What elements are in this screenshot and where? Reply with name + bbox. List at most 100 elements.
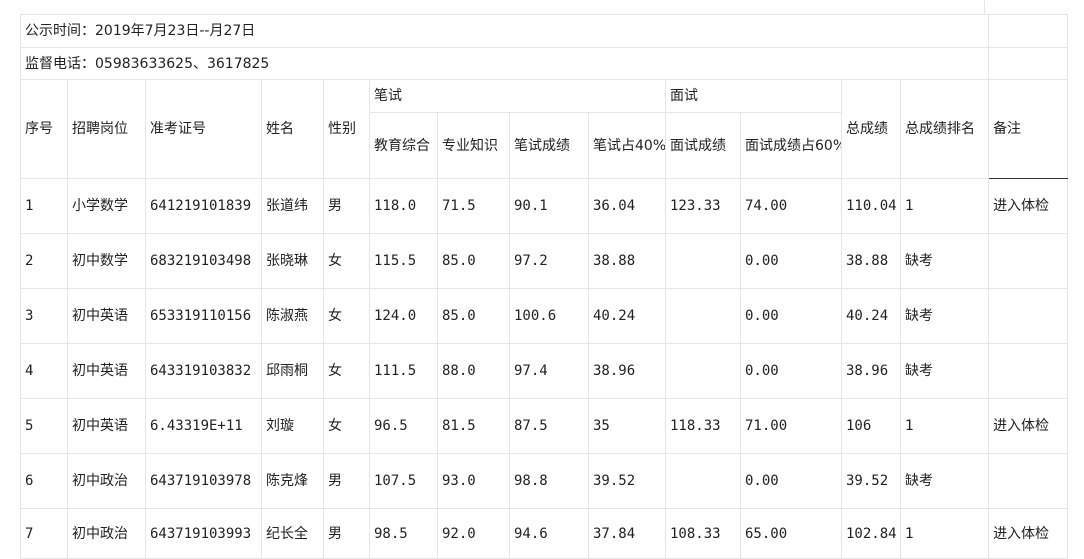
cell-ticket: 643319103832: [145, 343, 262, 399]
header-total: 总成绩: [841, 79, 901, 179]
results-table: 公示时间：2019年7月23日--月27日 监督电话：05983633625、3…: [19, 14, 1069, 559]
header-rank: 总成绩排名: [899, 79, 990, 179]
cell-written-40: 37.84: [588, 508, 666, 559]
cell-remark: 进入体检: [988, 178, 1069, 234]
cell-name: 陈淑燕: [261, 288, 324, 344]
cell-rank: 1: [899, 178, 990, 234]
cell-prof: 85.0: [437, 288, 510, 344]
cell-gender: 男: [323, 178, 370, 234]
cell-remark: 进入体检: [988, 398, 1069, 454]
cell-written: 97.4: [509, 343, 589, 399]
cell-position: 初中政治: [67, 453, 146, 509]
cell-written: 94.6: [509, 508, 589, 559]
blank-cell: [988, 47, 1069, 80]
header-row: 序号 招聘岗位 准考证号 姓名 性别 笔试 面试 总成绩 总成绩排名 备注: [20, 79, 1069, 179]
cell-total: 38.96: [841, 343, 901, 399]
header-position: 招聘岗位: [67, 79, 146, 179]
cell-interview: [665, 343, 741, 399]
cell-ticket: 6.43319E+11: [145, 398, 262, 454]
cell-seq: 1: [20, 178, 68, 234]
header-remark: 备注: [988, 79, 1069, 179]
cell-gender: 男: [323, 453, 370, 509]
cell-prof: 71.5: [437, 178, 510, 234]
cell-name: 邱雨桐: [261, 343, 324, 399]
cell-total: 106: [841, 398, 901, 454]
cell-interview: 123.33: [665, 178, 741, 234]
cell-written: 100.6: [509, 288, 589, 344]
cell-edu: 115.5: [369, 233, 438, 289]
cell-written-40: 38.88: [588, 233, 666, 289]
table-row: 1 小学数学 641219101839 张道纬 男 118.0 71.5 90.…: [20, 178, 1069, 234]
cell-name: 张道纬: [261, 178, 324, 234]
grid-edge: [984, 0, 985, 14]
table-row: 5 初中英语 6.43319E+11 刘璇 女 96.5 81.5 87.5 3…: [20, 398, 1069, 454]
cell-written-40: 38.96: [588, 343, 666, 399]
cell-interview: [665, 288, 741, 344]
cell-gender: 女: [323, 398, 370, 454]
cell-ticket: 641219101839: [145, 178, 262, 234]
table-row: 2 初中数学 683219103498 张晓琳 女 115.5 85.0 97.…: [20, 233, 1069, 289]
cell-remark: [988, 453, 1069, 509]
header-ticket: 准考证号: [145, 79, 262, 179]
cell-ticket: 653319110156: [145, 288, 262, 344]
cell-interview-60: 0.00: [740, 343, 842, 399]
cell-seq: 3: [20, 288, 68, 344]
cell-prof: 93.0: [437, 453, 510, 509]
cell-written-40: 35: [588, 398, 666, 454]
cell-written: 90.1: [509, 178, 589, 234]
cell-seq: 2: [20, 233, 68, 289]
cell-written: 97.2: [509, 233, 589, 289]
cell-interview-60: 71.00: [740, 398, 842, 454]
notice-row: 公示时间：2019年7月23日--月27日: [19, 14, 1069, 48]
cell-seq: 7: [20, 508, 68, 559]
cell-total: 38.88: [841, 233, 901, 289]
cell-position: 初中英语: [67, 398, 146, 454]
header-seq: 序号: [20, 79, 68, 179]
cell-gender: 女: [323, 288, 370, 344]
cell-edu: 124.0: [369, 288, 438, 344]
header-interview-60: 面试成绩占60%: [740, 112, 842, 179]
cell-rank: 缺考: [899, 343, 990, 399]
cell-seq: 5: [20, 398, 68, 454]
cell-prof: 81.5: [437, 398, 510, 454]
cell-edu: 111.5: [369, 343, 438, 399]
cell-interview-60: 0.00: [740, 233, 842, 289]
cell-written: 98.8: [509, 453, 589, 509]
cell-edu: 96.5: [369, 398, 438, 454]
cell-remark: [988, 233, 1069, 289]
cell-seq: 4: [20, 343, 68, 399]
cell-edu: 98.5: [369, 508, 438, 559]
cell-total: 40.24: [841, 288, 901, 344]
cell-ticket: 643719103993: [145, 508, 262, 559]
cell-remark: [988, 288, 1069, 344]
publish-time: 公示时间：2019年7月23日--月27日: [19, 14, 990, 48]
cell-gender: 女: [323, 343, 370, 399]
cell-remark: [988, 343, 1069, 399]
supervision-phone: 监督电话：05983633625、3617825: [19, 47, 990, 80]
cell-edu: 107.5: [369, 453, 438, 509]
header-interview-group: 面试: [665, 79, 842, 113]
cell-total: 110.04: [841, 178, 901, 234]
cell-name: 纪长全: [261, 508, 324, 559]
cell-interview: [665, 233, 741, 289]
cell-written: 87.5: [509, 398, 589, 454]
header-name: 姓名: [261, 79, 324, 179]
header-written-score: 笔试成绩: [509, 112, 589, 179]
cell-written-40: 40.24: [588, 288, 666, 344]
cell-prof: 85.0: [437, 233, 510, 289]
cell-rank: 缺考: [899, 233, 990, 289]
cell-ticket: 643719103978: [145, 453, 262, 509]
results-sheet: 公示时间：2019年7月23日--月27日 监督电话：05983633625、3…: [0, 0, 1084, 559]
cell-edu: 118.0: [369, 178, 438, 234]
cell-interview-60: 0.00: [740, 288, 842, 344]
cell-interview: 118.33: [665, 398, 741, 454]
cell-interview-60: 65.00: [740, 508, 842, 559]
table-row: 3 初中英语 653319110156 陈淑燕 女 124.0 85.0 100…: [20, 288, 1069, 344]
header-interview-score: 面试成绩: [665, 112, 741, 179]
cell-rank: 1: [899, 398, 990, 454]
cell-rank: 缺考: [899, 288, 990, 344]
cell-seq: 6: [20, 453, 68, 509]
cell-interview: [665, 453, 741, 509]
cell-written-40: 36.04: [588, 178, 666, 234]
table-row: 7 初中政治 643719103993 纪长全 男 98.5 92.0 94.6…: [20, 508, 1069, 559]
